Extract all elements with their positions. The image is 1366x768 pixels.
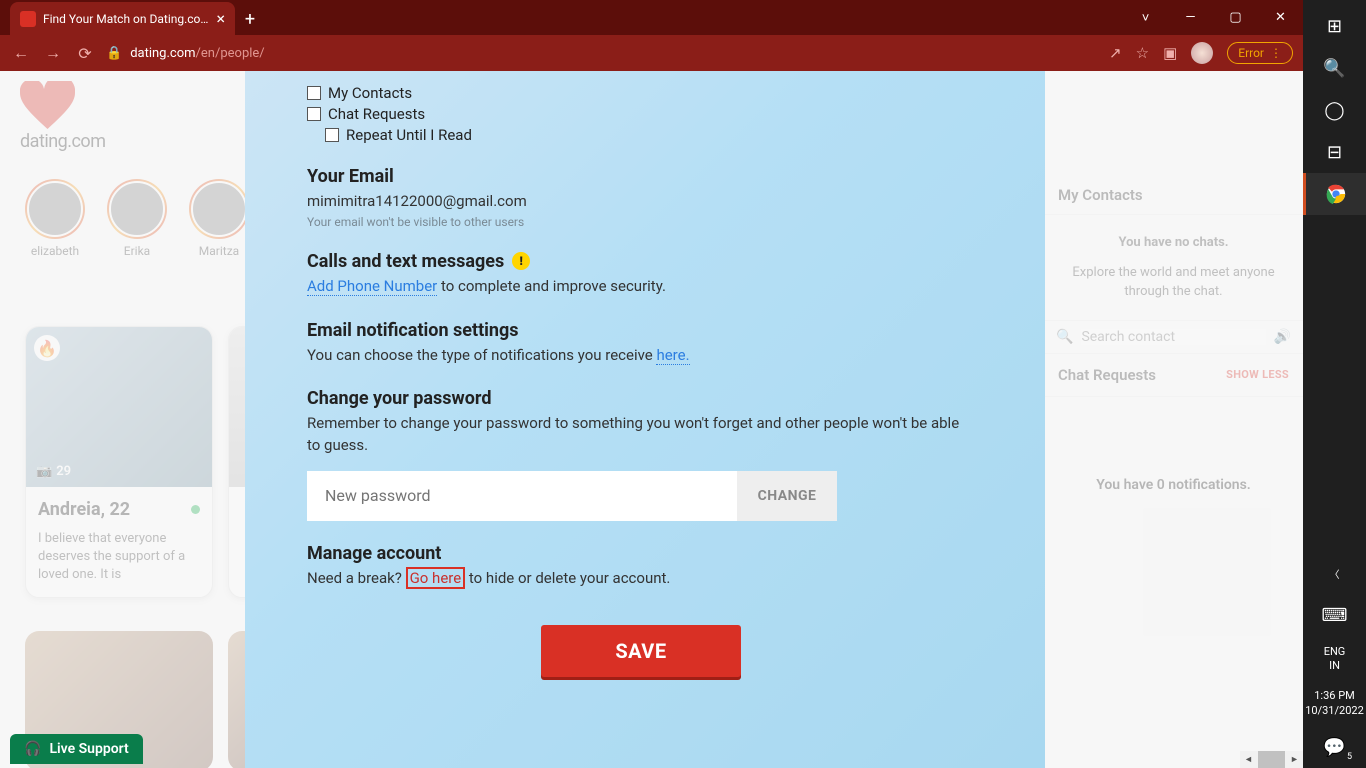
tab-favicon — [20, 11, 36, 27]
search-icon[interactable]: 🔍 — [1303, 47, 1366, 89]
calls-title: Calls and text messages ! — [307, 251, 975, 272]
url-path: /en/people/ — [196, 46, 265, 61]
new-tab-button[interactable]: + — [235, 9, 265, 35]
scroll-right-icon[interactable]: ► — [1286, 751, 1303, 768]
extensions-icon[interactable]: ▣ — [1163, 44, 1177, 62]
minimize-button[interactable]: — — [1168, 0, 1213, 35]
error-label: Error — [1238, 46, 1264, 60]
manage-pre-text: Need a break? — [307, 569, 406, 587]
tab-title: Find Your Match on Dating.com: — [43, 12, 209, 26]
keyboard-icon[interactable]: ⌨ — [1303, 595, 1366, 637]
bookmark-icon[interactable]: ☆ — [1136, 44, 1149, 62]
change-password-title: Change your password — [307, 388, 975, 409]
checkbox-chat-requests[interactable]: Chat Requests — [307, 105, 975, 123]
manage-post-text: to hide or delete your account. — [465, 569, 670, 587]
menu-dots-icon: ⋮ — [1270, 46, 1282, 60]
lock-icon: 🔒 — [106, 46, 122, 61]
notif-body-text: You can choose the type of notifications… — [307, 346, 656, 364]
language-indicator[interactable]: ENG IN — [1324, 645, 1346, 674]
email-value: mimimitra14122000@gmail.com — [307, 191, 975, 213]
dropdown-icon[interactable]: ˅ — [1123, 0, 1168, 35]
maximize-button[interactable]: ▢ — [1213, 0, 1258, 35]
save-button[interactable]: SAVE — [541, 625, 741, 677]
close-window-button[interactable]: ✕ — [1258, 0, 1303, 35]
tab-strip: Find Your Match on Dating.com: × + ˅ — ▢… — [0, 0, 1303, 35]
windows-taskbar: ⊞ 🔍 ◯ ⊟ 〈 ⌨ ENG IN 1:36 PM 10/31/2022 💬5 — [1303, 0, 1366, 768]
new-password-input[interactable] — [307, 471, 737, 521]
scroll-thumb[interactable] — [1258, 751, 1285, 768]
notifications-icon[interactable]: 💬5 — [1303, 726, 1366, 768]
error-badge[interactable]: Error ⋮ — [1227, 42, 1293, 64]
checkbox-icon[interactable] — [307, 86, 321, 100]
cortana-icon[interactable]: ◯ — [1303, 89, 1366, 131]
back-button[interactable]: ← — [10, 43, 32, 63]
your-email-title: Your Email — [307, 166, 975, 187]
live-support-button[interactable]: 🎧 Live Support — [10, 734, 143, 764]
horizontal-scrollbar[interactable]: ◄ ► — [1240, 751, 1303, 768]
checkbox-icon[interactable] — [307, 107, 321, 121]
warning-icon: ! — [512, 252, 530, 270]
tab-close-icon[interactable]: × — [216, 9, 225, 28]
change-button[interactable]: CHANGE — [737, 471, 837, 521]
here-link[interactable]: here. — [656, 346, 689, 365]
checkbox-icon[interactable] — [325, 128, 339, 142]
add-phone-link[interactable]: Add Phone Number — [307, 277, 437, 296]
scroll-left-icon[interactable]: ◄ — [1240, 751, 1257, 768]
chrome-icon[interactable] — [1303, 173, 1366, 215]
forward-button[interactable]: → — [42, 43, 64, 63]
change-password-body: Remember to change your password to some… — [307, 413, 975, 457]
address-bar: ← → ⟳ 🔒 dating.com/en/people/ ↗ ☆ ▣ Erro… — [0, 35, 1303, 71]
checkbox-repeat-until-read[interactable]: Repeat Until I Read — [325, 126, 975, 144]
windows-start-icon[interactable]: ⊞ — [1303, 5, 1366, 47]
tray-expand-icon[interactable]: 〈 — [1303, 553, 1366, 595]
browser-tab[interactable]: Find Your Match on Dating.com: × — [10, 2, 235, 35]
url-domain: dating.com — [130, 46, 195, 61]
headset-icon: 🎧 — [24, 741, 41, 757]
clock[interactable]: 1:36 PM 10/31/2022 — [1305, 689, 1364, 718]
share-icon[interactable]: ↗ — [1109, 44, 1122, 62]
settings-modal: My Contacts Chat Requests Repeat Until I… — [245, 71, 1045, 768]
task-view-icon[interactable]: ⊟ — [1303, 131, 1366, 173]
email-notif-title: Email notification settings — [307, 320, 975, 341]
profile-avatar[interactable] — [1191, 42, 1213, 64]
url-field[interactable]: 🔒 dating.com/en/people/ — [106, 46, 1099, 61]
email-hint: Your email won't be visible to other use… — [307, 215, 975, 229]
manage-account-title: Manage account — [307, 543, 975, 564]
reload-button[interactable]: ⟳ — [74, 44, 96, 63]
go-here-link[interactable]: Go here — [406, 567, 466, 589]
calls-text: to complete and improve security. — [437, 277, 666, 295]
checkbox-my-contacts[interactable]: My Contacts — [307, 84, 975, 102]
